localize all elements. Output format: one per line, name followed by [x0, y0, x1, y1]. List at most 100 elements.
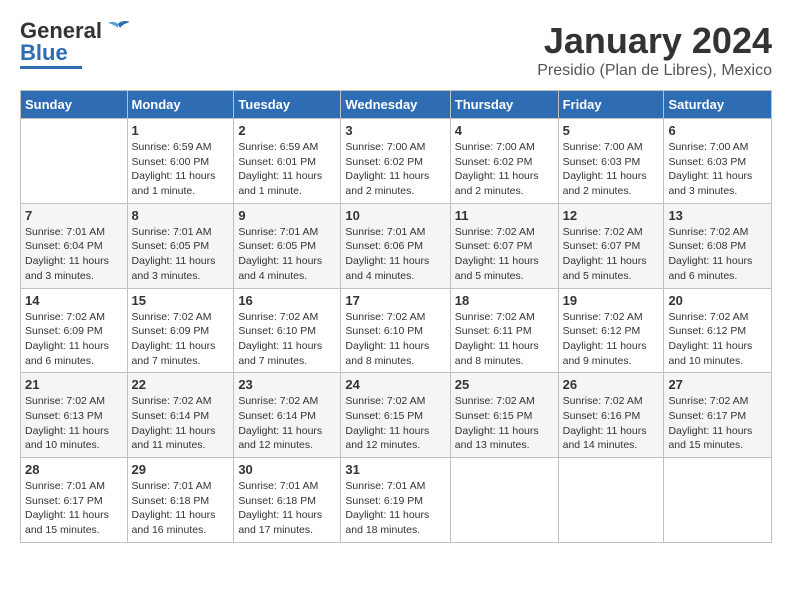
calendar-cell: 31 Sunrise: 7:01 AM Sunset: 6:19 PM Dayli… — [341, 458, 450, 543]
calendar-cell: 1 Sunrise: 6:59 AM Sunset: 6:00 PM Daylig… — [127, 119, 234, 204]
calendar-cell: 21 Sunrise: 7:02 AM Sunset: 6:13 PM Dayli… — [21, 373, 128, 458]
day-info: Sunrise: 7:01 AM Sunset: 6:05 PM Dayligh… — [132, 225, 230, 284]
header-friday: Friday — [558, 91, 664, 119]
calendar-week-2: 7Sunrise: 7:01 AM Sunset: 6:04 PM Daylig… — [21, 203, 772, 288]
header-thursday: Thursday — [450, 91, 558, 119]
calendar-week-3: 14 Sunrise: 7:02 AM Sunset: 6:09 PM Dayli… — [21, 288, 772, 373]
day-number: 24 — [345, 377, 445, 392]
day-info: Sunrise: 6:59 AM Sunset: 6:00 PM Dayligh… — [132, 140, 230, 199]
day-number: 6 — [668, 123, 767, 138]
calendar-cell: 15 Sunrise: 7:02 AM Sunset: 6:09 PM Dayli… — [127, 288, 234, 373]
day-number: 18 — [455, 293, 554, 308]
calendar-table: Sunday Monday Tuesday Wednesday Thursday… — [20, 90, 772, 543]
day-info: Sunrise: 7:02 AM Sunset: 6:14 PM Dayligh… — [238, 394, 336, 453]
day-number: 12 — [563, 208, 660, 223]
day-number: 10 — [345, 208, 445, 223]
day-info: Sunrise: 7:01 AM Sunset: 6:05 PM Dayligh… — [238, 225, 336, 284]
calendar-week-5: 28 Sunrise: 7:01 AM Sunset: 6:17 PM Dayli… — [21, 458, 772, 543]
calendar-cell: 3 Sunrise: 7:00 AM Sunset: 6:02 PM Daylig… — [341, 119, 450, 204]
header-tuesday: Tuesday — [234, 91, 341, 119]
day-info: Sunrise: 7:01 AM Sunset: 6:19 PM Dayligh… — [345, 479, 445, 538]
calendar-cell: 17Sunrise: 7:02 AM Sunset: 6:10 PM Dayli… — [341, 288, 450, 373]
day-info: Sunrise: 7:02 AM Sunset: 6:09 PM Dayligh… — [132, 310, 230, 369]
day-info: Sunrise: 7:01 AM Sunset: 6:17 PM Dayligh… — [25, 479, 123, 538]
calendar-cell: 14 Sunrise: 7:02 AM Sunset: 6:09 PM Dayli… — [21, 288, 128, 373]
calendar-cell: 24Sunrise: 7:02 AM Sunset: 6:15 PM Dayli… — [341, 373, 450, 458]
day-info: Sunrise: 7:01 AM Sunset: 6:06 PM Dayligh… — [345, 225, 445, 284]
calendar-cell: 23 Sunrise: 7:02 AM Sunset: 6:14 PM Dayli… — [234, 373, 341, 458]
calendar-cell: 12Sunrise: 7:02 AM Sunset: 6:07 PM Dayli… — [558, 203, 664, 288]
calendar-cell: 20Sunrise: 7:02 AM Sunset: 6:12 PM Dayli… — [664, 288, 772, 373]
day-number: 27 — [668, 377, 767, 392]
day-info: Sunrise: 6:59 AM Sunset: 6:01 PM Dayligh… — [238, 140, 336, 199]
day-info: Sunrise: 7:02 AM Sunset: 6:08 PM Dayligh… — [668, 225, 767, 284]
day-number: 28 — [25, 462, 123, 477]
day-info: Sunrise: 7:02 AM Sunset: 6:09 PM Dayligh… — [25, 310, 123, 369]
month-title: January 2024 — [537, 20, 772, 62]
header-sunday: Sunday — [21, 91, 128, 119]
day-number: 14 — [25, 293, 123, 308]
calendar-week-1: 1 Sunrise: 6:59 AM Sunset: 6:00 PM Daylig… — [21, 119, 772, 204]
logo-underline — [20, 66, 82, 69]
calendar-cell: 5Sunrise: 7:00 AM Sunset: 6:03 PM Daylig… — [558, 119, 664, 204]
calendar-week-4: 21 Sunrise: 7:02 AM Sunset: 6:13 PM Dayli… — [21, 373, 772, 458]
day-info: Sunrise: 7:02 AM Sunset: 6:13 PM Dayligh… — [25, 394, 123, 453]
day-info: Sunrise: 7:01 AM Sunset: 6:18 PM Dayligh… — [238, 479, 336, 538]
calendar-cell: 26Sunrise: 7:02 AM Sunset: 6:16 PM Dayli… — [558, 373, 664, 458]
calendar-cell: 2 Sunrise: 6:59 AM Sunset: 6:01 PM Daylig… — [234, 119, 341, 204]
day-number: 22 — [132, 377, 230, 392]
day-number: 3 — [345, 123, 445, 138]
day-number: 30 — [238, 462, 336, 477]
calendar-cell: 18 Sunrise: 7:02 AM Sunset: 6:11 PM Dayli… — [450, 288, 558, 373]
calendar-cell: 27Sunrise: 7:02 AM Sunset: 6:17 PM Dayli… — [664, 373, 772, 458]
calendar-header: Sunday Monday Tuesday Wednesday Thursday… — [21, 91, 772, 119]
header-wednesday: Wednesday — [341, 91, 450, 119]
calendar-cell: 19Sunrise: 7:02 AM Sunset: 6:12 PM Dayli… — [558, 288, 664, 373]
calendar-cell: 4 Sunrise: 7:00 AM Sunset: 6:02 PM Daylig… — [450, 119, 558, 204]
day-info: Sunrise: 7:00 AM Sunset: 6:03 PM Dayligh… — [668, 140, 767, 199]
header-monday: Monday — [127, 91, 234, 119]
day-info: Sunrise: 7:02 AM Sunset: 6:14 PM Dayligh… — [132, 394, 230, 453]
logo-blue: Blue — [20, 42, 68, 64]
day-number: 1 — [132, 123, 230, 138]
day-number: 16 — [238, 293, 336, 308]
calendar-cell: 28 Sunrise: 7:01 AM Sunset: 6:17 PM Dayli… — [21, 458, 128, 543]
calendar-cell: 22 Sunrise: 7:02 AM Sunset: 6:14 PM Dayli… — [127, 373, 234, 458]
calendar-cell: 9Sunrise: 7:01 AM Sunset: 6:05 PM Daylig… — [234, 203, 341, 288]
calendar-cell — [450, 458, 558, 543]
day-info: Sunrise: 7:02 AM Sunset: 6:16 PM Dayligh… — [563, 394, 660, 453]
day-info: Sunrise: 7:02 AM Sunset: 6:11 PM Dayligh… — [455, 310, 554, 369]
day-number: 8 — [132, 208, 230, 223]
calendar-cell: 6 Sunrise: 7:00 AM Sunset: 6:03 PM Daylig… — [664, 119, 772, 204]
calendar-cell: 16 Sunrise: 7:02 AM Sunset: 6:10 PM Dayli… — [234, 288, 341, 373]
day-info: Sunrise: 7:00 AM Sunset: 6:02 PM Dayligh… — [345, 140, 445, 199]
day-number: 23 — [238, 377, 336, 392]
day-number: 21 — [25, 377, 123, 392]
day-number: 11 — [455, 208, 554, 223]
day-number: 15 — [132, 293, 230, 308]
day-info: Sunrise: 7:01 AM Sunset: 6:18 PM Dayligh… — [132, 479, 230, 538]
day-info: Sunrise: 7:02 AM Sunset: 6:10 PM Dayligh… — [238, 310, 336, 369]
day-number: 4 — [455, 123, 554, 138]
header-saturday: Saturday — [664, 91, 772, 119]
day-info: Sunrise: 7:00 AM Sunset: 6:02 PM Dayligh… — [455, 140, 554, 199]
day-info: Sunrise: 7:02 AM Sunset: 6:15 PM Dayligh… — [455, 394, 554, 453]
calendar-cell: 8 Sunrise: 7:01 AM Sunset: 6:05 PM Daylig… — [127, 203, 234, 288]
day-info: Sunrise: 7:02 AM Sunset: 6:10 PM Dayligh… — [345, 310, 445, 369]
day-number: 25 — [455, 377, 554, 392]
title-section: January 2024 Presidio (Plan de Libres), … — [537, 20, 772, 80]
calendar-cell: 10 Sunrise: 7:01 AM Sunset: 6:06 PM Dayli… — [341, 203, 450, 288]
calendar-cell — [21, 119, 128, 204]
page-header: General Blue January 2024 Presidio (Plan… — [20, 20, 772, 80]
day-info: Sunrise: 7:00 AM Sunset: 6:03 PM Dayligh… — [563, 140, 660, 199]
calendar-cell — [664, 458, 772, 543]
logo-bird-icon — [104, 20, 132, 42]
calendar-cell: 13Sunrise: 7:02 AM Sunset: 6:08 PM Dayli… — [664, 203, 772, 288]
calendar-cell: 29Sunrise: 7:01 AM Sunset: 6:18 PM Dayli… — [127, 458, 234, 543]
day-info: Sunrise: 7:02 AM Sunset: 6:07 PM Dayligh… — [455, 225, 554, 284]
day-number: 31 — [345, 462, 445, 477]
day-info: Sunrise: 7:02 AM Sunset: 6:12 PM Dayligh… — [668, 310, 767, 369]
calendar-cell: 30 Sunrise: 7:01 AM Sunset: 6:18 PM Dayli… — [234, 458, 341, 543]
day-number: 2 — [238, 123, 336, 138]
weekday-row: Sunday Monday Tuesday Wednesday Thursday… — [21, 91, 772, 119]
